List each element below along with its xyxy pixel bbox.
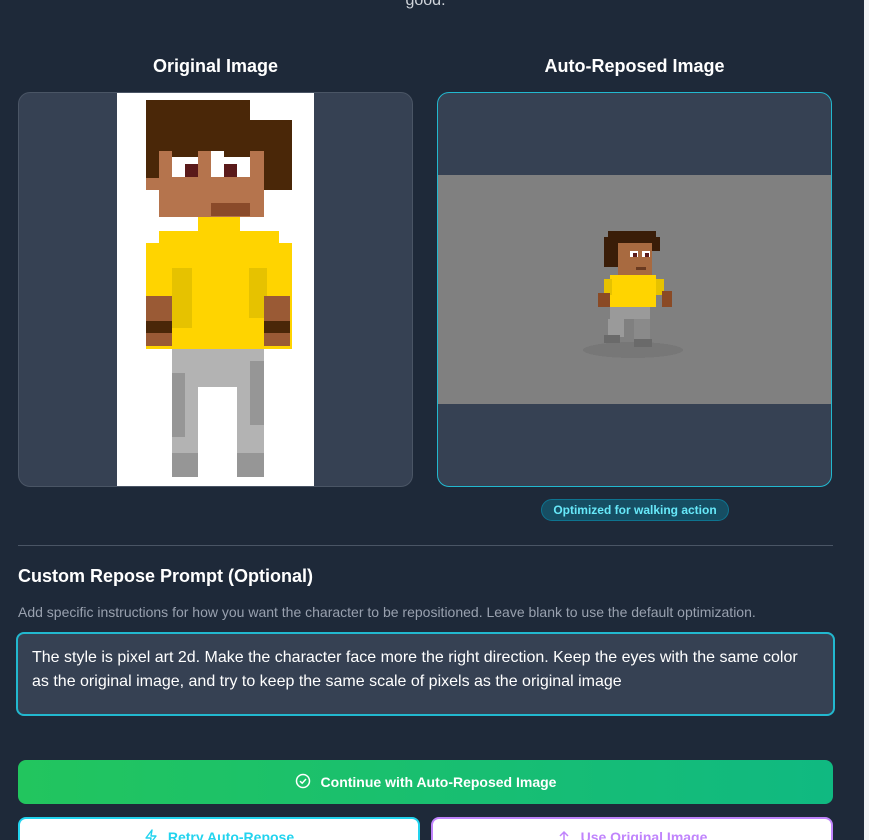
check-circle-icon (295, 773, 311, 792)
optimized-badge: Optimized for walking action (541, 499, 729, 521)
continue-button-label: Continue with Auto-Reposed Image (320, 774, 557, 790)
use-original-image-button[interactable]: Use Original Image (431, 817, 833, 840)
scrollbar[interactable] (864, 0, 869, 840)
reposed-image-panel (437, 92, 832, 487)
reposed-character-image (438, 175, 831, 404)
custom-prompt-input[interactable]: The style is pixel art 2d. Make the char… (16, 632, 835, 716)
continue-button[interactable]: Continue with Auto-Reposed Image (18, 760, 833, 804)
lightning-icon (144, 829, 158, 840)
reposed-image-title: Auto-Reposed Image (544, 56, 725, 76)
original-image-panel (18, 92, 413, 487)
intro-text: good. (405, 0, 446, 9)
use-original-button-label: Use Original Image (580, 829, 708, 840)
original-character-image (117, 93, 314, 486)
original-image-title: Original Image (152, 56, 279, 76)
custom-prompt-title: Custom Repose Prompt (Optional) (18, 566, 314, 586)
section-divider (18, 545, 833, 546)
custom-prompt-description: Add specific instructions for how you wa… (18, 604, 756, 620)
retry-button-label: Retry Auto-Repose (167, 829, 295, 840)
retry-auto-repose-button[interactable]: Retry Auto-Repose (18, 817, 420, 840)
upload-icon (557, 829, 571, 840)
